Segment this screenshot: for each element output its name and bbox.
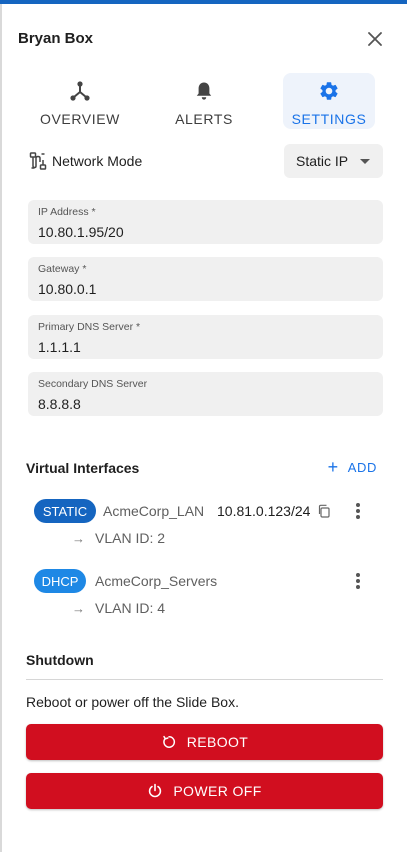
more-vert-icon <box>356 503 360 519</box>
interface-ip: 10.81.0.123/24 <box>217 503 311 519</box>
add-interface-button[interactable]: + ADD <box>327 457 377 477</box>
tab-alerts[interactable]: ALERTS <box>156 73 252 129</box>
dhcp-badge: DHCP <box>34 569 86 593</box>
network-mode-select[interactable]: Static IP <box>284 144 383 178</box>
power-off-label: POWER OFF <box>173 783 262 799</box>
network-mode-text: Network Mode <box>52 153 143 169</box>
vlan-id: → VLAN ID: 4 <box>72 600 165 616</box>
divider <box>26 679 383 680</box>
gateway-label: Gateway * <box>38 263 87 275</box>
virtual-interfaces-title: Virtual Interfaces <box>26 460 140 476</box>
more-vert-icon <box>356 573 360 589</box>
copy-icon[interactable] <box>317 504 331 518</box>
tab-overview[interactable]: OVERVIEW <box>32 73 128 129</box>
network-mode-value: Static IP <box>296 153 349 169</box>
primary-dns-field[interactable]: Primary DNS Server * 1.1.1.1 <box>28 315 383 359</box>
gateway-value: 10.80.0.1 <box>38 281 97 297</box>
tab-alerts-label: ALERTS <box>175 111 233 127</box>
network-mode-row: Network Mode Static IP <box>28 144 383 178</box>
reboot-button[interactable]: REBOOT <box>26 724 383 760</box>
vlan-id-text: VLAN ID: 2 <box>95 530 166 546</box>
primary-dns-value: 1.1.1.1 <box>38 339 81 355</box>
interface-name: AcmeCorp_LAN <box>103 503 205 519</box>
panel-title: Bryan Box <box>18 30 94 47</box>
ethernet-cable-icon <box>29 152 47 170</box>
ip-address-value: 10.80.1.95/20 <box>38 224 124 240</box>
reboot-label: REBOOT <box>186 734 249 750</box>
plus-icon: + <box>327 457 339 477</box>
more-options-button[interactable] <box>352 501 364 521</box>
close-icon <box>368 32 382 46</box>
close-button[interactable] <box>363 27 387 51</box>
secondary-dns-value: 8.8.8.8 <box>38 396 81 412</box>
arrow-right-icon: → <box>72 530 85 546</box>
vlan-id-text: VLAN ID: 4 <box>95 600 166 616</box>
gateway-field[interactable]: Gateway * 10.80.0.1 <box>28 257 383 301</box>
network-hub-icon <box>69 77 91 105</box>
power-icon <box>149 783 162 798</box>
secondary-dns-field[interactable]: Secondary DNS Server 8.8.8.8 <box>28 372 383 416</box>
restart-icon <box>162 735 175 748</box>
tab-bar: OVERVIEW ALERTS SETTINGS <box>32 73 382 129</box>
panel-header: Bryan Box <box>18 29 391 49</box>
ip-address-label: IP Address * <box>38 206 96 218</box>
gear-icon <box>318 77 340 105</box>
static-badge: STATIC <box>34 499 96 523</box>
add-interface-label: ADD <box>347 459 377 475</box>
top-accent-bar <box>0 0 407 4</box>
arrow-right-icon: → <box>72 600 85 616</box>
shutdown-title: Shutdown <box>26 652 94 668</box>
more-options-button[interactable] <box>352 571 364 591</box>
vlan-id: → VLAN ID: 2 <box>72 530 165 546</box>
primary-dns-label: Primary DNS Server * <box>38 321 141 333</box>
tab-settings-label: SETTINGS <box>291 111 367 127</box>
list-item: STATIC AcmeCorp_LAN 10.81.0.123/24 → VLA… <box>34 499 374 559</box>
bell-icon <box>193 77 215 105</box>
power-off-button[interactable]: POWER OFF <box>26 773 383 809</box>
shutdown-description: Reboot or power off the Slide Box. <box>26 694 239 710</box>
panel-left-border <box>0 4 2 852</box>
interface-name: AcmeCorp_Servers <box>95 573 218 589</box>
tab-overview-label: OVERVIEW <box>39 111 120 127</box>
secondary-dns-label: Secondary DNS Server <box>38 378 148 390</box>
ip-address-field[interactable]: IP Address * 10.80.1.95/20 <box>28 200 383 244</box>
network-mode-label: Network Mode <box>28 151 142 171</box>
tab-settings[interactable]: SETTINGS <box>283 73 375 129</box>
list-item: DHCP AcmeCorp_Servers → VLAN ID: 4 <box>34 569 374 629</box>
caret-down-icon <box>360 159 370 164</box>
